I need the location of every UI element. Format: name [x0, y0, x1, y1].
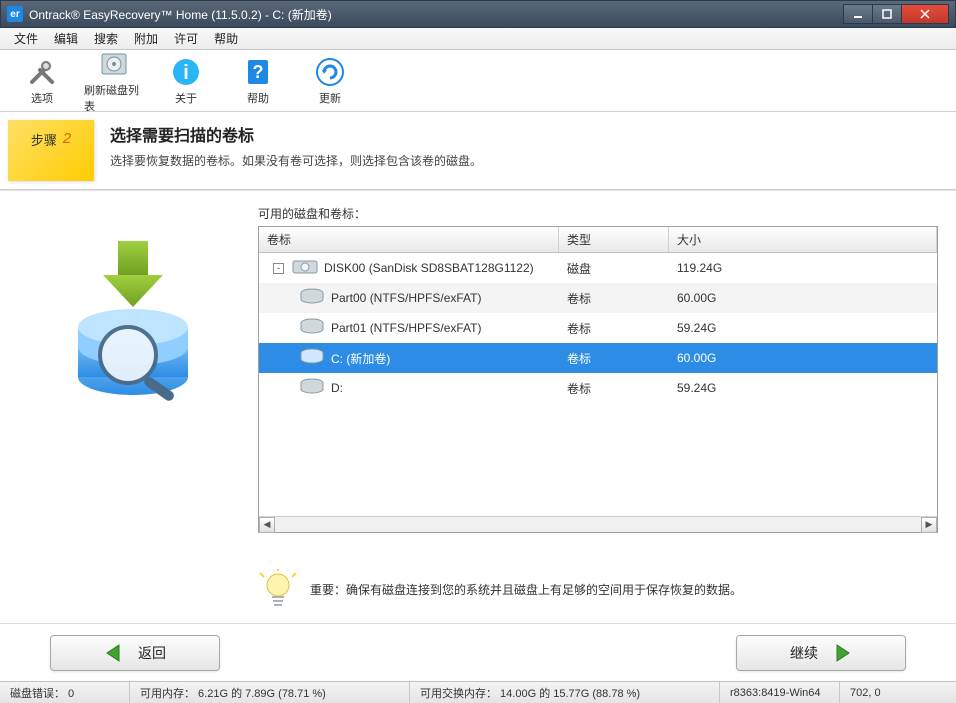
step-badge: 步骤 2 [8, 120, 94, 181]
toolbar-help[interactable]: ? 帮助 [228, 56, 288, 106]
disk-table: 卷标 类型 大小 - DISK00 (SanDisk SD8SBAT128G112… [258, 226, 938, 533]
disk-row[interactable]: C: (新加卷) 卷标60.00G [259, 343, 937, 373]
toolbar-update-label: 更新 [319, 90, 341, 106]
disk-row[interactable]: Part01 (NTFS/HPFS/exFAT) 卷标59.24G [259, 313, 937, 343]
status-build: r8363:8419-Win64 [720, 682, 840, 703]
status-disk-errors: 磁盘错误： 0 [0, 682, 130, 703]
hint-text: 重要：确保有磁盘连接到您的系统并且磁盘上有足够的空间用于保存恢复的数据。 [310, 581, 742, 598]
step-description: 选择需要扫描的卷标 选择要恢复数据的卷标。如果没有卷可选择，则选择包含该卷的磁盘… [94, 112, 498, 189]
forward-arrow-icon [832, 643, 852, 663]
info-icon: i [170, 56, 202, 88]
window-title: Ontrack® EasyRecovery™ Home (11.5.0.2) -… [29, 6, 844, 23]
menu-edit[interactable]: 编辑 [46, 28, 86, 49]
scroll-right-icon[interactable]: ▶ [921, 517, 937, 533]
toolbar-options[interactable]: 选项 [12, 56, 72, 106]
menu-file[interactable]: 文件 [6, 28, 46, 49]
row-volume-label: D: [331, 381, 343, 395]
step-word: 步骤 [31, 130, 57, 149]
row-volume-label: Part00 (NTFS/HPFS/exFAT) [331, 291, 481, 305]
toolbar-about-label: 关于 [175, 90, 197, 106]
volume-icon [299, 348, 325, 369]
step-subtitle: 选择要恢复数据的卷标。如果没有卷可选择，则选择包含该卷的磁盘。 [110, 152, 482, 169]
disk-panel: 可用的磁盘和卷标： 卷标 类型 大小 - DISK00 (SanDisk SD8S… [258, 205, 938, 609]
col-header-size[interactable]: 大小 [669, 227, 937, 252]
row-size: 59.24G [669, 321, 937, 335]
minimize-button[interactable] [843, 4, 873, 24]
row-size: 119.24G [669, 261, 937, 275]
disk-table-body: - DISK00 (SanDisk SD8SBAT128G1122) 磁盘119.2… [259, 253, 937, 516]
back-button[interactable]: 返回 [50, 635, 220, 671]
menu-search[interactable]: 搜索 [86, 28, 126, 49]
continue-label: 继续 [790, 643, 818, 663]
disk-row[interactable]: - DISK00 (SanDisk SD8SBAT128G1122) 磁盘119.2… [259, 253, 937, 283]
toolbar-help-label: 帮助 [247, 90, 269, 106]
status-swap: 可用交换内存： 14.00G 的 15.77G (88.78 %) [410, 682, 720, 703]
toolbar-refresh-label: 刷新磁盘列表 [84, 82, 144, 114]
disk-refresh-icon [98, 48, 130, 80]
row-size: 60.00G [669, 351, 937, 365]
status-coords: 702, 0 [840, 682, 956, 703]
back-label: 返回 [138, 643, 166, 663]
titlebar: er Ontrack® EasyRecovery™ Home (11.5.0.2… [0, 0, 956, 28]
col-header-volume[interactable]: 卷标 [259, 227, 559, 252]
toolbar-about[interactable]: i 关于 [156, 56, 216, 106]
svg-text:i: i [183, 62, 189, 84]
row-size: 59.24G [669, 381, 937, 395]
col-header-type[interactable]: 类型 [559, 227, 669, 252]
toolbar: 选项 刷新磁盘列表 i 关于 ? 帮助 更新 [0, 50, 956, 112]
hard-disk-icon [292, 258, 318, 279]
horizontal-scrollbar[interactable]: ◀ ▶ [259, 516, 937, 532]
scan-disk-illustration-icon [58, 235, 208, 405]
help-icon: ? [242, 56, 274, 88]
step-header: 步骤 2 选择需要扫描的卷标 选择要恢复数据的卷标。如果没有卷可选择，则选择包含… [0, 112, 956, 190]
disk-table-header: 卷标 类型 大小 [259, 227, 937, 253]
hint-label: 重要： [310, 583, 346, 597]
continue-button[interactable]: 继续 [736, 635, 906, 671]
menu-extras[interactable]: 附加 [126, 28, 166, 49]
toolbar-update[interactable]: 更新 [300, 56, 360, 106]
disk-row[interactable]: Part00 (NTFS/HPFS/exFAT) 卷标60.00G [259, 283, 937, 313]
lightbulb-icon [258, 569, 298, 609]
statusbar: 磁盘错误： 0 可用内存： 6.21G 的 7.89G (78.71 %) 可用… [0, 681, 956, 703]
row-type: 卷标 [559, 350, 669, 367]
toolbar-refresh-disks[interactable]: 刷新磁盘列表 [84, 48, 144, 114]
row-type: 卷标 [559, 320, 669, 337]
volume-icon [299, 318, 325, 339]
row-type: 卷标 [559, 380, 669, 397]
volume-icon [299, 378, 325, 399]
hint-row: 重要：确保有磁盘连接到您的系统并且磁盘上有足够的空间用于保存恢复的数据。 [258, 569, 938, 609]
menu-help[interactable]: 帮助 [206, 28, 246, 49]
update-icon [314, 56, 346, 88]
tree-toggle-icon[interactable]: - [273, 263, 284, 274]
nav-row: 返回 继续 [0, 623, 956, 681]
step-number: 2 [63, 130, 71, 147]
status-memory: 可用内存： 6.21G 的 7.89G (78.71 %) [130, 682, 410, 703]
svg-text:?: ? [253, 62, 264, 82]
maximize-button[interactable] [872, 4, 902, 24]
row-type: 磁盘 [559, 260, 669, 277]
row-volume-label: Part01 (NTFS/HPFS/exFAT) [331, 321, 481, 335]
main-area: 可用的磁盘和卷标： 卷标 类型 大小 - DISK00 (SanDisk SD8S… [0, 190, 956, 623]
volume-icon [299, 288, 325, 309]
window-controls [844, 4, 949, 24]
hint-body: 确保有磁盘连接到您的系统并且磁盘上有足够的空间用于保存恢复的数据。 [346, 583, 742, 597]
scroll-left-icon[interactable]: ◀ [259, 517, 275, 533]
back-arrow-icon [104, 643, 124, 663]
row-volume-label: C: (新加卷) [331, 350, 390, 367]
row-type: 卷标 [559, 290, 669, 307]
disk-panel-label: 可用的磁盘和卷标： [258, 205, 938, 222]
step-title: 选择需要扫描的卷标 [110, 122, 482, 146]
options-icon [26, 56, 58, 88]
close-button[interactable] [901, 4, 949, 24]
row-size: 60.00G [669, 291, 937, 305]
illustration [18, 205, 248, 609]
disk-row[interactable]: D: 卷标59.24G [259, 373, 937, 403]
row-volume-label: DISK00 (SanDisk SD8SBAT128G1122) [324, 261, 534, 275]
app-icon: er [7, 6, 23, 22]
menu-license[interactable]: 许可 [166, 28, 206, 49]
toolbar-options-label: 选项 [31, 90, 53, 106]
